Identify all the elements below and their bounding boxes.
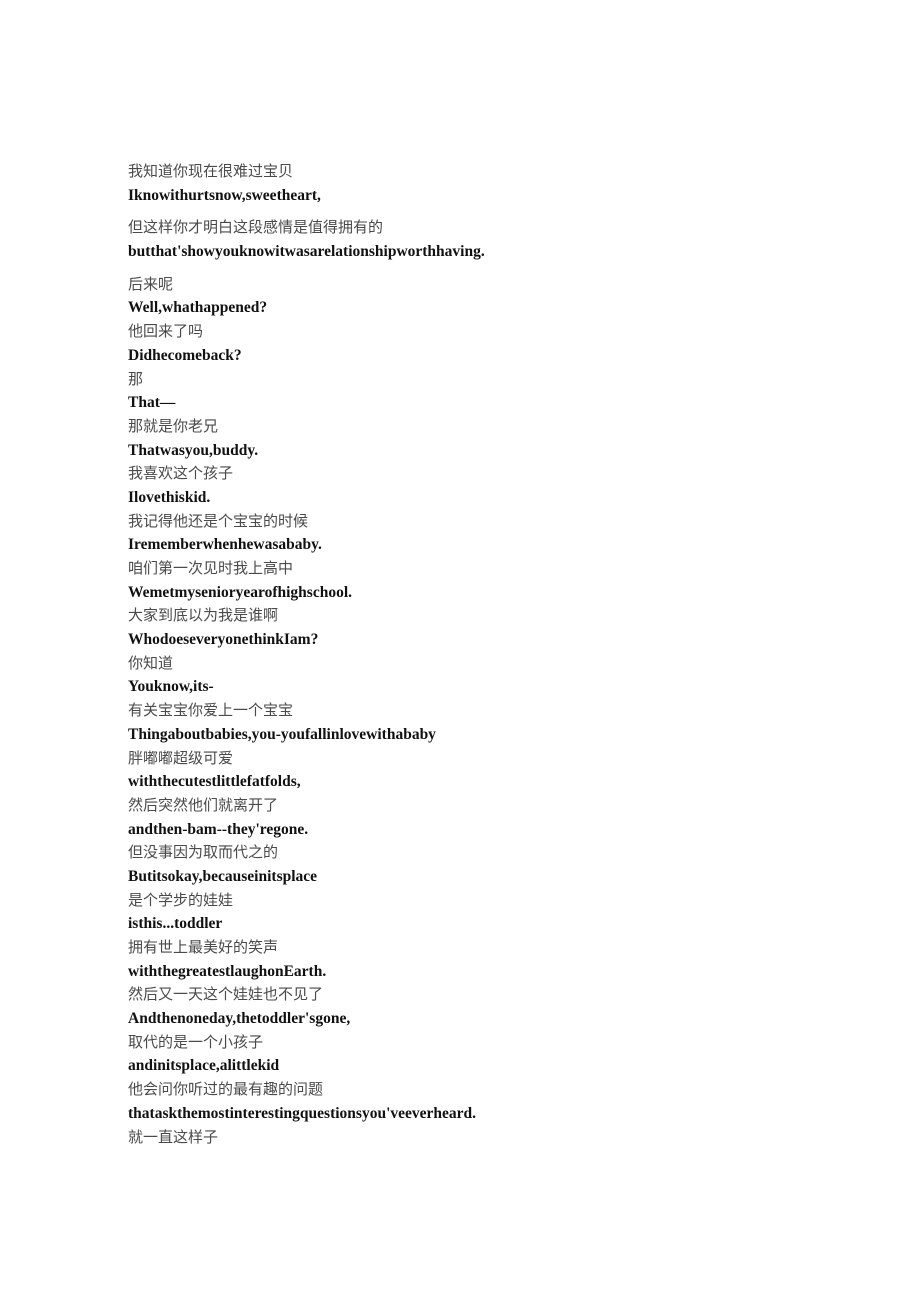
subtitle-line-chinese: 有关宝宝你爱上一个宝宝 [128,701,294,720]
subtitle-line-chinese: 他会问你听过的最有趣的问题 [128,1080,324,1099]
subtitle-line-chinese: 胖嘟嘟超级可爱 [128,748,234,767]
subtitle-line-english: Iknowithurtsnow,sweetheart, [128,186,321,204]
subtitle-line-chinese: 那 [128,369,144,388]
subtitle-line-english: Andthenoneday,thetoddler'sgone, [128,1010,351,1028]
subtitle-line-english: withthecutestlittlefatfolds, [128,773,301,791]
subtitle-line-english: Ilovethiskid. [128,488,211,506]
subtitle-line-chinese: 大家到底以为我是谁啊 [128,606,279,625]
subtitle-line-english: butthat'showyouknowitwasarelationshipwor… [128,243,485,261]
subtitle-line-chinese: 那就是你老兄 [128,416,219,435]
subtitle-line-english: Thatwasyou,buddy. [128,441,259,459]
subtitle-line-english: withthegreatestlaughonEarth. [128,962,327,980]
subtitle-line-english: WhodoeseveryonethinkIam? [128,631,319,649]
subtitle-line-chinese: 取代的是一个小孩子 [128,1032,264,1051]
subtitle-line-english: Butitsokay,becauseinitsplace [128,867,318,885]
subtitle-line-english: Well,whathappened? [128,299,268,317]
subtitle-line-english: Irememberwhenhewasababy. [128,536,322,554]
subtitle-line-english: thataskthemostinterestingquestionsyou've… [128,1104,477,1122]
subtitle-line-english: Thingaboutbabies,you-youfallinlovewithab… [128,725,436,743]
subtitle-line-chinese: 后来呢 [128,274,174,293]
subtitle-line-chinese: 就一直这样子 [128,1127,219,1146]
subtitle-line-chinese: 但没事因为取而代之的 [128,843,279,862]
subtitle-line-chinese: 我喜欢这个孩子 [128,464,234,483]
subtitle-transcript: 我知道你现在很难过宝贝 Iknowithurtsnow,sweetheart, 但这… [128,160,828,1149]
subtitle-line-english: andinitsplace,alittlekid [128,1057,280,1075]
subtitle-line-english: Youknow,its- [128,678,214,696]
subtitle-line-english: Wemetmysenioryearofhighschool. [128,583,353,601]
document-page: 我知道你现在很难过宝贝 Iknowithurtsnow,sweetheart, 但这… [0,0,920,1301]
subtitle-line-chinese: 但这样你才明白这段感情是值得拥有的 [128,218,384,237]
subtitle-line-chinese: 是个学步的娃娃 [128,890,234,909]
subtitle-line-chinese: 我记得他还是个宝宝的时候 [128,511,309,530]
subtitle-line-chinese: 你知道 [128,653,174,672]
subtitle-line-chinese: 咱们第一次见时我上高中 [128,559,294,577]
subtitle-line-chinese: 然后又一天这个娃娃也不见了 [128,985,324,1004]
subtitle-line-english: isthis...toddler [128,915,223,933]
subtitle-line-english: Didhecomeback? [128,346,242,364]
subtitle-line-chinese: 我知道你现在很难过宝贝 [128,162,294,180]
subtitle-line-chinese: 他回来了吗 [128,322,204,341]
subtitle-line-english: That— [128,394,176,412]
subtitle-line-chinese: 然后突然他们就离开了 [128,795,279,814]
subtitle-line-english: andthen-bam--they'regone. [128,820,309,838]
subtitle-line-chinese: 拥有世上最美好的笑声 [128,938,279,956]
